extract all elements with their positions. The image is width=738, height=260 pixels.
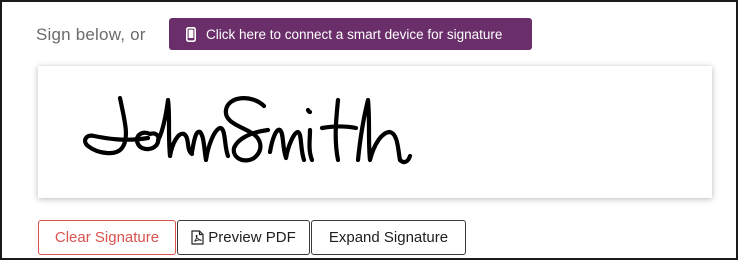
pdf-file-icon: [191, 230, 204, 245]
sign-prompt: Sign below, or: [36, 19, 146, 51]
sign-prompt-label: Sign below, or: [36, 25, 146, 44]
signature-pad[interactable]: [38, 66, 712, 198]
clear-signature-label: Clear Signature: [54, 229, 160, 246]
connect-smart-device-label: Click here to connect a smart device for…: [206, 26, 503, 42]
expand-signature-label: Expand Signature: [328, 229, 449, 246]
clear-signature-button[interactable]: Clear Signature: [38, 220, 176, 255]
expand-signature-button[interactable]: Expand Signature: [311, 220, 466, 255]
preview-pdf-label: Preview PDF: [208, 229, 296, 246]
signature-panel: Sign below, or Click here to connect a s…: [0, 0, 738, 260]
connect-smart-device-button[interactable]: Click here to connect a smart device for…: [169, 18, 532, 50]
mobile-phone-icon: [186, 26, 196, 42]
preview-pdf-button[interactable]: Preview PDF: [177, 220, 310, 255]
signature-drawing: [83, 95, 413, 165]
